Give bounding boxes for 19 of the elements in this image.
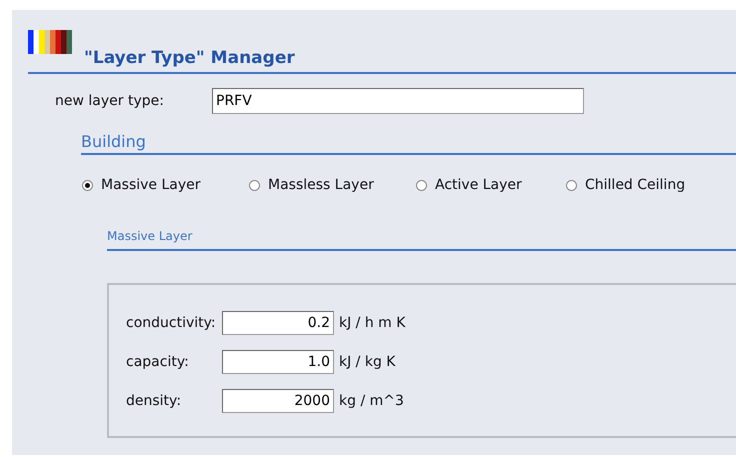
property-field[interactable]: 2000: [222, 389, 334, 413]
massive-layer-section-title: Massive Layer: [107, 229, 192, 243]
property-label: density:: [126, 393, 182, 409]
property-field[interactable]: 0.2: [222, 311, 334, 335]
property-label: conductivity:: [126, 315, 217, 331]
unit-label: kJ / kg K: [339, 354, 396, 370]
new-layer-type-field[interactable]: PRFV: [212, 88, 584, 114]
new-layer-type-label: new layer type:: [55, 93, 165, 109]
property-field[interactable]: 1.0: [222, 350, 334, 374]
unit-label: kg / m^3: [339, 393, 404, 409]
layer-kind-radio[interactable]: Massive Layer: [82, 177, 249, 193]
color-bars-icon: [28, 30, 72, 54]
manager-title: "Layer Type" Manager: [84, 48, 295, 68]
building-section-title: Building: [81, 132, 146, 151]
layer-kind-radio[interactable]: Active Layer: [416, 177, 566, 193]
layer-kind-radio[interactable]: Chilled Ceiling: [566, 177, 726, 193]
property-label: capacity:: [126, 354, 190, 370]
unit-label: kJ / h m K: [339, 315, 406, 331]
layer-kind-radio[interactable]: Massless Layer: [249, 177, 416, 193]
